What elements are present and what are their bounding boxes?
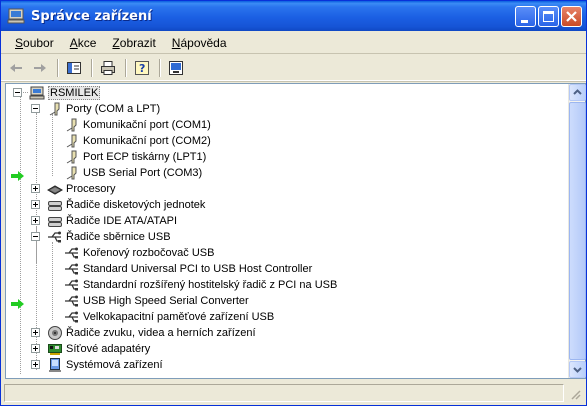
- port-icon: [47, 101, 63, 117]
- tree-item-lpt1[interactable]: Port ECP tiskárny (LPT1): [64, 149, 206, 165]
- tree-item-usb-host-controller[interactable]: Standard Universal PCI to USB Host Contr…: [64, 261, 312, 277]
- status-bar: [1, 381, 586, 405]
- menu-bar: Soubor Akce Zobrazit Nápověda: [1, 32, 586, 54]
- chevron-down-icon: [573, 367, 582, 373]
- maximize-button[interactable]: [538, 6, 559, 27]
- network-card-icon: [47, 341, 63, 357]
- usb-icon: [64, 245, 80, 261]
- usb-icon: [64, 293, 80, 309]
- port-icon: [64, 117, 80, 133]
- show-hide-tree-icon: [67, 61, 81, 74]
- collapse-toggle[interactable]: [31, 232, 40, 241]
- device-tree-frame: RSMILEK Porty (COM a LPT) Komunikační po…: [5, 83, 586, 379]
- usb-icon: [64, 309, 80, 325]
- green-arrow-icon: [11, 171, 25, 181]
- back-button[interactable]: [5, 57, 27, 79]
- tree-node-sound-controllers[interactable]: Řadiče zvuku, videa a herních zařízení: [30, 325, 256, 341]
- controller-icon: [47, 197, 63, 213]
- tree-node-network-adapters[interactable]: Síťové adapatéry: [30, 341, 150, 357]
- device-tree[interactable]: RSMILEK Porty (COM a LPT) Komunikační po…: [6, 84, 569, 378]
- scroll-up-button[interactable]: [569, 84, 586, 101]
- print-button[interactable]: [97, 57, 119, 79]
- scroll-thumb[interactable]: [569, 102, 586, 360]
- window-title: Správce zařízení: [31, 8, 152, 24]
- green-arrow-icon: [11, 299, 25, 309]
- print-icon: [101, 60, 115, 75]
- processor-icon: [46, 181, 64, 197]
- minimize-icon: [521, 20, 528, 23]
- toolbar-separator: [125, 58, 127, 77]
- expand-toggle[interactable]: [31, 360, 40, 369]
- expand-toggle[interactable]: [31, 184, 40, 193]
- tree-item-com1[interactable]: Komunikační port (COM1): [64, 117, 211, 133]
- chevron-up-icon: [573, 89, 582, 95]
- menu-napoveda[interactable]: Nápověda: [164, 36, 235, 50]
- refresh-view-icon: [169, 60, 183, 75]
- tree-item-usb-serial-converter[interactable]: USB High Speed Serial Converter: [64, 293, 249, 309]
- port-icon: [64, 149, 80, 165]
- close-icon: [566, 11, 577, 22]
- system-devices-icon: [47, 357, 63, 373]
- toolbar-separator: [159, 58, 161, 77]
- speaker-icon: [47, 325, 63, 341]
- resize-grip-icon[interactable]: [566, 385, 582, 401]
- device-manager-window: Správce zařízení Soubor Akce Zobrazit Ná…: [0, 0, 587, 406]
- status-pane: [4, 384, 564, 402]
- expand-toggle[interactable]: [31, 328, 40, 337]
- usb-icon: [47, 229, 63, 245]
- computer-icon: [29, 85, 45, 101]
- tree-item-com2[interactable]: Komunikační port (COM2): [64, 133, 211, 149]
- tree-node-usb-controllers[interactable]: Řadiče sběrnice USB: [30, 229, 171, 245]
- expand-toggle[interactable]: [31, 200, 40, 209]
- tree-item-com3[interactable]: USB Serial Port (COM3): [64, 165, 202, 181]
- show-hide-tree-button[interactable]: [63, 57, 85, 79]
- expand-toggle[interactable]: [31, 344, 40, 353]
- collapse-toggle[interactable]: [31, 104, 40, 113]
- port-icon: [64, 133, 80, 149]
- tree-item-usb-root-hub[interactable]: Kořenový rozbočovač USB: [64, 245, 214, 261]
- controller-icon: [47, 213, 63, 229]
- expand-toggle[interactable]: [31, 216, 40, 225]
- help-button[interactable]: ?: [131, 57, 153, 79]
- svg-text:?: ?: [139, 62, 145, 75]
- forward-button[interactable]: [29, 57, 51, 79]
- back-icon: [10, 63, 22, 72]
- close-button[interactable]: [561, 6, 582, 27]
- computer-icon: [7, 7, 25, 25]
- refresh-view-button[interactable]: [165, 57, 187, 79]
- scroll-down-button[interactable]: [569, 361, 586, 378]
- minimize-button[interactable]: [515, 6, 536, 27]
- maximize-icon: [543, 11, 554, 22]
- tree-item-usb-enhanced-host-controller[interactable]: Standardní rozšířený hostitelský řadič z…: [64, 277, 337, 293]
- tree-node-system-devices[interactable]: Systémová zařízení: [30, 357, 163, 373]
- usb-icon: [64, 261, 80, 277]
- usb-icon: [64, 277, 80, 293]
- toolbar-separator: [91, 58, 93, 77]
- tree-item-usb-mass-storage[interactable]: Velkokapacitní paměťové zařízení USB: [64, 309, 274, 325]
- tree-root-label: RSMILEK: [48, 86, 101, 100]
- forward-icon: [34, 63, 46, 72]
- vertical-scrollbar[interactable]: [568, 84, 586, 378]
- menu-zobrazit[interactable]: Zobrazit: [104, 36, 163, 50]
- tree-node-ports[interactable]: Porty (COM a LPT): [30, 101, 160, 117]
- toolbar-separator: [57, 58, 59, 77]
- tree-node-processors[interactable]: Procesory: [30, 181, 116, 197]
- port-icon: [64, 165, 80, 181]
- title-bar[interactable]: Správce zařízení: [1, 1, 586, 31]
- toolbar: ?: [1, 55, 586, 81]
- help-icon: ?: [135, 60, 149, 75]
- menu-akce[interactable]: Akce: [62, 36, 105, 50]
- tree-node-ide-controllers[interactable]: Řadiče IDE ATA/ATAPI: [30, 213, 177, 229]
- tree-node-root[interactable]: RSMILEK: [13, 85, 101, 101]
- tree-node-floppy-controllers[interactable]: Řadiče disketových jednotek: [30, 197, 205, 213]
- menu-soubor[interactable]: Soubor: [7, 36, 62, 50]
- collapse-toggle[interactable]: [13, 88, 22, 97]
